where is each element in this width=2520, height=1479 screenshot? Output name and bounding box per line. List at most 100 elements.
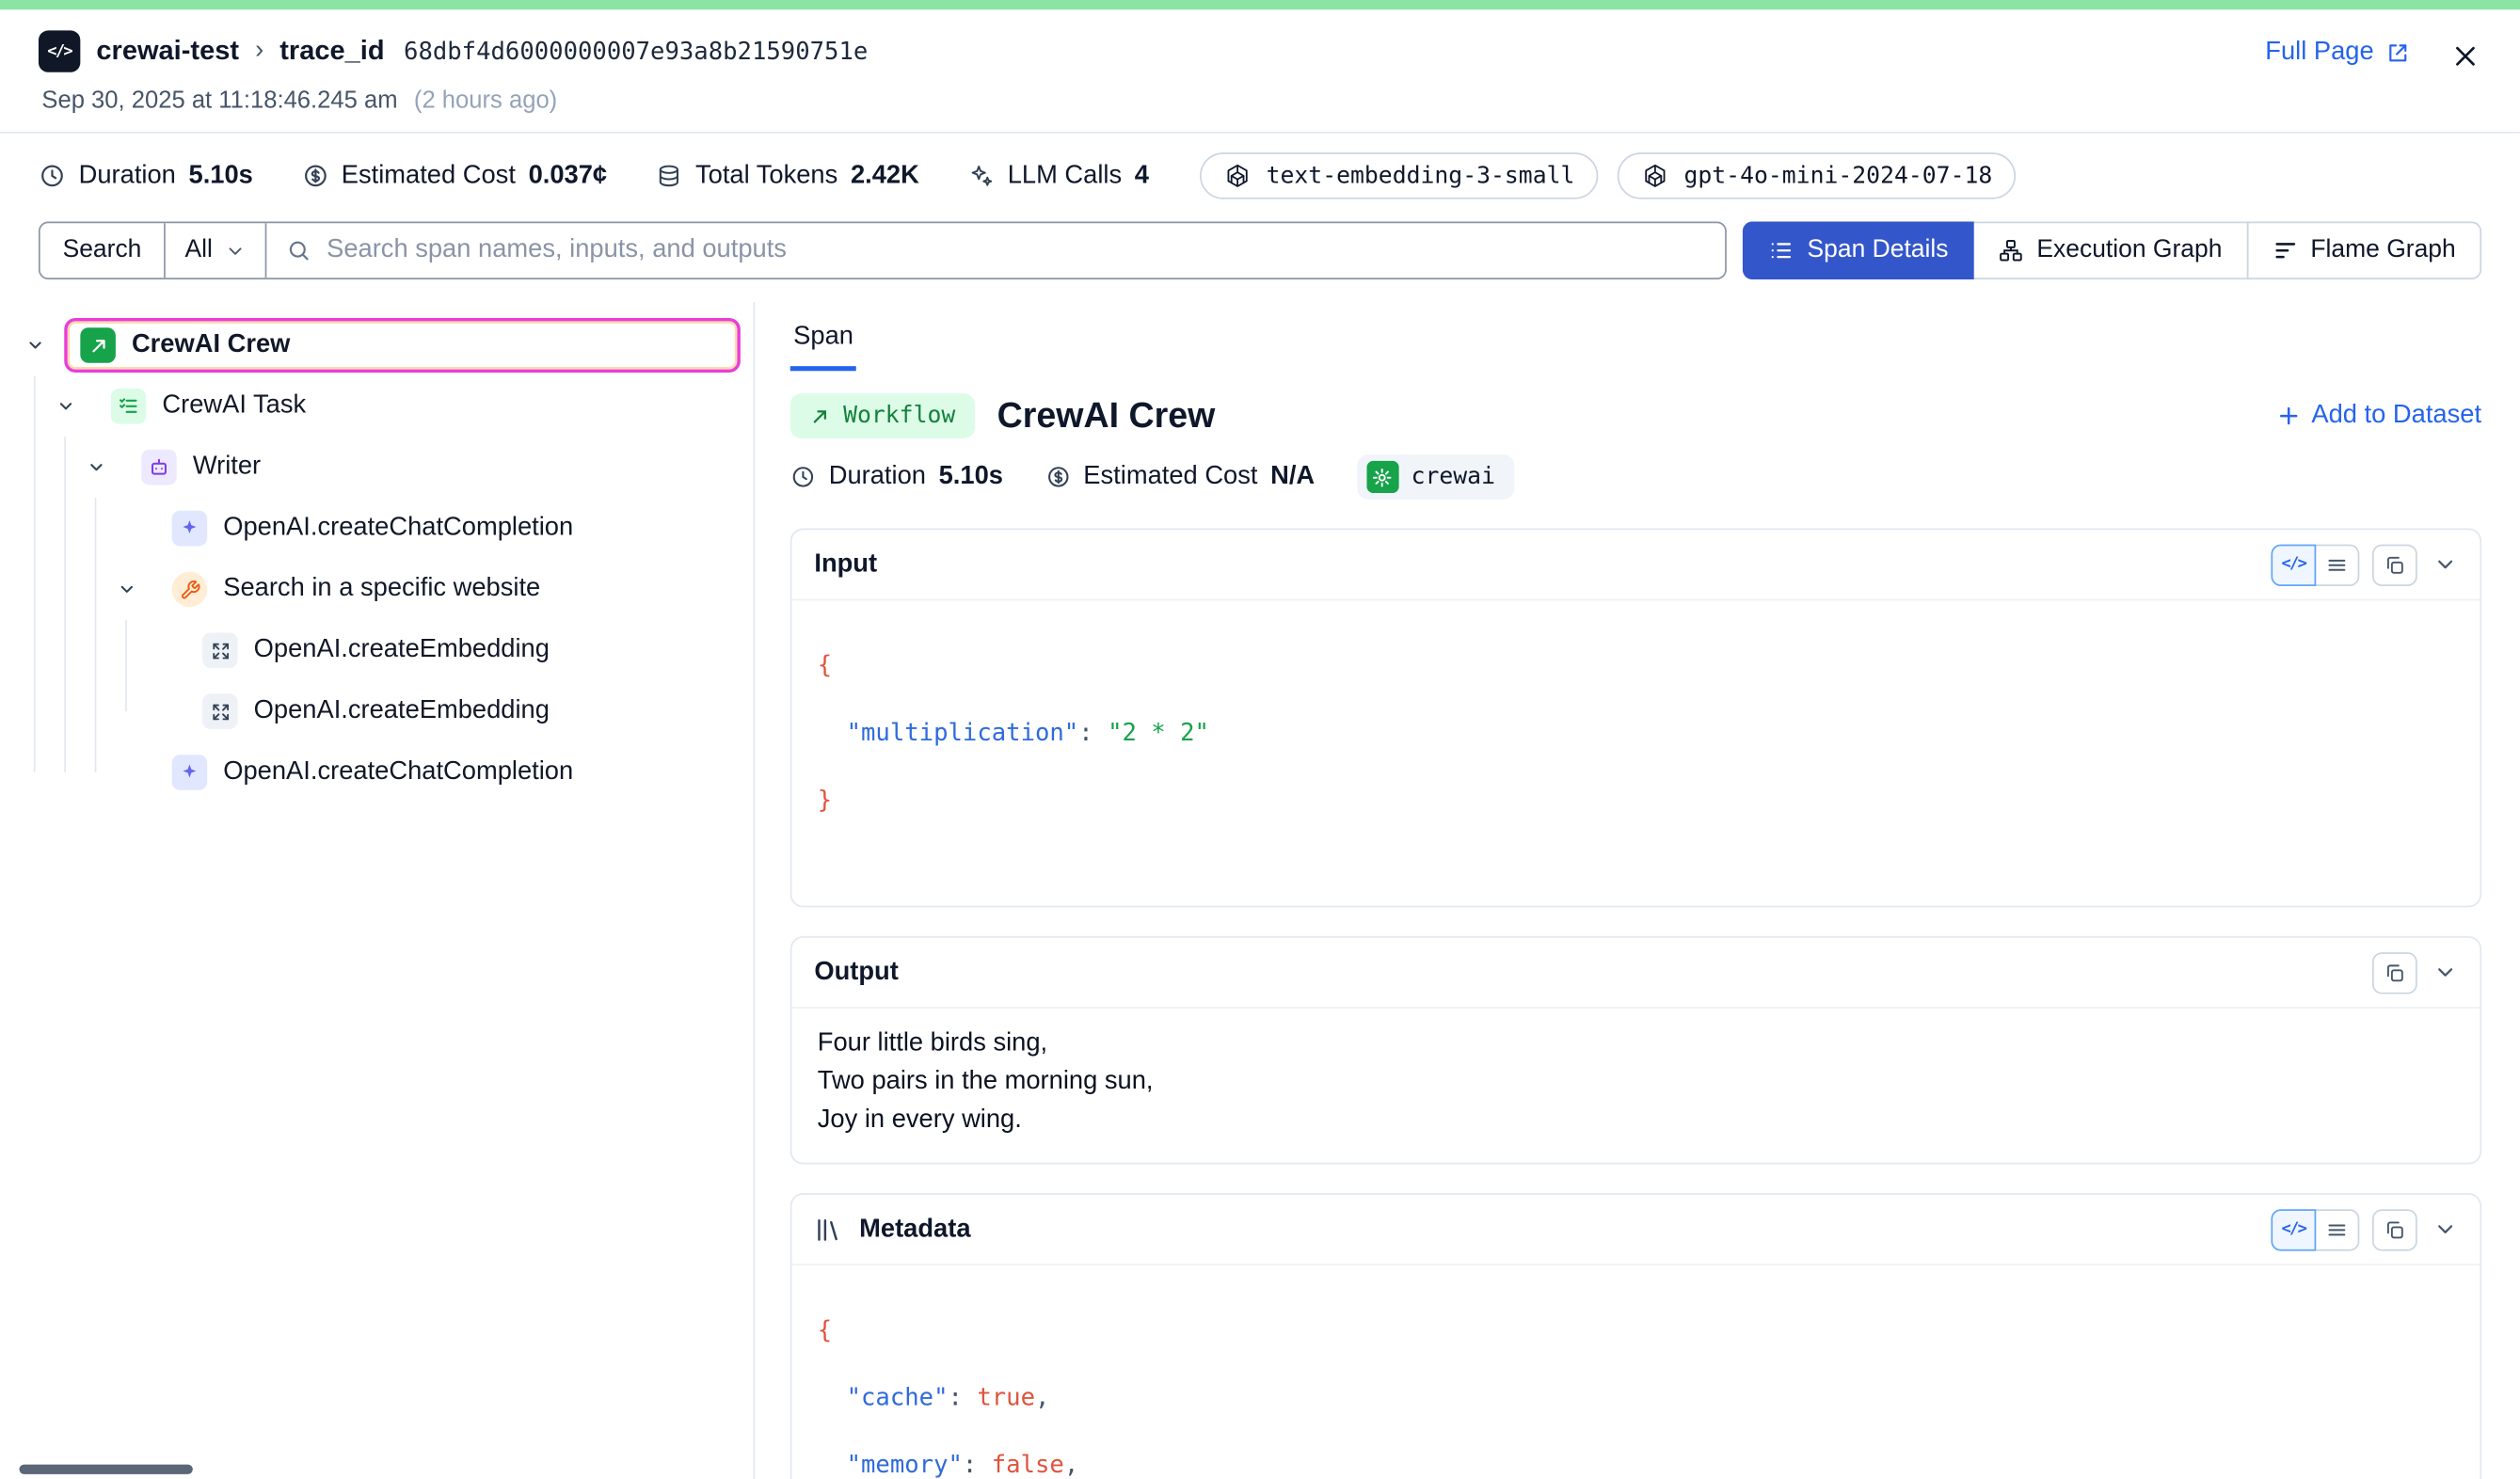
metadata-section-header: Metadata </> bbox=[791, 1195, 2480, 1265]
collapse-section-chevron-icon[interactable] bbox=[2430, 552, 2460, 577]
output-line: Four little birds sing, bbox=[818, 1025, 2454, 1063]
output-section: Output Four little birds sing, Two pairs… bbox=[790, 936, 2481, 1164]
breadcrumb-project[interactable]: crewai-test bbox=[96, 36, 239, 68]
model-pill[interactable]: gpt-4o-mini-2024-07-18 bbox=[1618, 152, 2016, 199]
screenshot-stage: </> crewai-test › trace_id 68dbf4d600000… bbox=[0, 0, 2520, 1479]
cost-icon bbox=[1045, 464, 1070, 489]
tree-node-embedding-2[interactable]: OpenAI.createEmbedding bbox=[0, 681, 753, 742]
json-line: "multiplication": "2 * 2" bbox=[818, 716, 2454, 750]
copy-icon[interactable] bbox=[2372, 544, 2417, 585]
collapse-section-chevron-icon[interactable] bbox=[2430, 1217, 2460, 1242]
stat-value: 4 bbox=[1135, 162, 1149, 191]
cost-icon bbox=[301, 162, 328, 189]
search-icon bbox=[286, 238, 311, 263]
embedding-expand-icon bbox=[202, 693, 238, 729]
collapse-section-chevron-icon[interactable] bbox=[2430, 961, 2460, 985]
view-tab-execution-graph[interactable]: Execution Graph bbox=[1972, 222, 2248, 279]
section-title: Metadata bbox=[859, 1215, 970, 1244]
span-title: CrewAI Crew bbox=[997, 395, 1216, 437]
code-token: "2 * 2" bbox=[1108, 718, 1209, 747]
search-input[interactable] bbox=[327, 236, 1706, 265]
tree-horizontal-scrollbar[interactable] bbox=[19, 1465, 192, 1474]
library-books-icon bbox=[814, 1215, 843, 1244]
trace-stats-bar: Duration 5.10s Estimated Cost 0.037¢ Tot… bbox=[0, 134, 2520, 218]
code-token: { bbox=[818, 1315, 832, 1344]
metadata-section: Metadata </> { "cache": true, "memory": … bbox=[790, 1193, 2481, 1479]
detail-stat-value: N/A bbox=[1270, 463, 1315, 492]
code-view-icon[interactable]: </> bbox=[2271, 1208, 2316, 1249]
tree-node-chat-completion-2[interactable]: OpenAI.createChatCompletion bbox=[0, 742, 753, 803]
stat-total-tokens: Total Tokens 2.42K bbox=[655, 162, 919, 191]
metadata-json: { "cache": true, "memory": false, "plann… bbox=[791, 1265, 2480, 1479]
search-scope-dropdown[interactable]: All bbox=[166, 223, 267, 278]
trace-header-left: </> crewai-test › trace_id 68dbf4d600000… bbox=[39, 30, 868, 114]
code-token: , bbox=[1035, 1383, 1049, 1412]
formatted-view-icon[interactable] bbox=[2315, 1208, 2360, 1249]
tree-node-crewai-task[interactable]: CrewAI Task bbox=[0, 375, 753, 437]
output-line: Joy in every wing. bbox=[818, 1102, 2454, 1140]
tree-node-label: OpenAI.createEmbedding bbox=[254, 636, 550, 665]
code-token bbox=[818, 1383, 847, 1412]
full-page-link[interactable]: Full Page bbox=[2265, 39, 2411, 68]
detail-stat-value: 5.10s bbox=[939, 463, 1003, 492]
crewai-env-pill[interactable]: crewai bbox=[1357, 454, 1515, 500]
code-token: : bbox=[1078, 718, 1108, 747]
formatted-view-icon[interactable] bbox=[2315, 544, 2360, 585]
full-page-label: Full Page bbox=[2265, 39, 2373, 68]
view-tab-flame-graph[interactable]: Flame Graph bbox=[2246, 222, 2481, 279]
tree-node-label: CrewAI Crew bbox=[132, 331, 290, 360]
graph-icon bbox=[1998, 238, 2023, 263]
code-view-icon[interactable]: </> bbox=[2271, 544, 2316, 585]
tree-node-label: Search in a specific website bbox=[223, 575, 540, 604]
code-token: , bbox=[1064, 1450, 1078, 1479]
json-line: "cache": true, bbox=[818, 1381, 2454, 1415]
openai-logo-icon bbox=[1642, 162, 1669, 189]
tree-node-embedding-1[interactable]: OpenAI.createEmbedding bbox=[0, 620, 753, 681]
tree-node-search-tool[interactable]: Search in a specific website bbox=[0, 559, 753, 620]
tree-node-chat-completion-1[interactable]: OpenAI.createChatCompletion bbox=[0, 498, 753, 559]
chevron-down-icon[interactable] bbox=[114, 577, 139, 602]
code-token: "memory" bbox=[847, 1450, 963, 1479]
code-token: : bbox=[963, 1450, 992, 1479]
plus-icon bbox=[2276, 403, 2302, 428]
detail-stat-label: Estimated Cost bbox=[1083, 463, 1257, 492]
copy-icon[interactable] bbox=[2372, 1208, 2417, 1249]
add-to-dataset-label: Add to Dataset bbox=[2311, 402, 2481, 431]
tree-node-crewai-crew[interactable]: CrewAI Crew bbox=[64, 318, 741, 373]
code-view-glyph: </> bbox=[2281, 556, 2305, 574]
span-tree-panel: CrewAI Crew CrewAI Task Writer OpenAI.cr… bbox=[0, 302, 755, 1479]
view-tab-label: Execution Graph bbox=[2036, 236, 2222, 265]
detail-stat-duration: Duration 5.10s bbox=[790, 463, 1003, 492]
main-split: CrewAI Crew CrewAI Task Writer OpenAI.cr… bbox=[0, 302, 2520, 1479]
tree-indent-guide bbox=[125, 620, 127, 711]
view-tab-label: Flame Graph bbox=[2310, 236, 2455, 265]
stat-value: 2.42K bbox=[851, 162, 919, 191]
generation-sparkle-icon bbox=[172, 755, 208, 790]
add-to-dataset-button[interactable]: Add to Dataset bbox=[2276, 402, 2481, 431]
copy-icon[interactable] bbox=[2372, 951, 2417, 993]
view-tab-span-details[interactable]: Span Details bbox=[1743, 222, 1974, 279]
close-icon[interactable] bbox=[2449, 39, 2481, 72]
model-pill-label: text-embedding-3-small bbox=[1267, 163, 1575, 188]
chevron-down-icon[interactable] bbox=[53, 393, 78, 419]
section-title: Output bbox=[814, 958, 898, 987]
model-pill[interactable]: text-embedding-3-small bbox=[1201, 152, 1599, 199]
tree-node-label: OpenAI.createEmbedding bbox=[254, 697, 550, 726]
chevron-down-icon[interactable] bbox=[84, 454, 109, 480]
input-section: Input </> { "multiplication": "2 * 2" } bbox=[790, 529, 2481, 908]
stat-label: Estimated Cost bbox=[342, 162, 516, 191]
trace-header-right: Full Page bbox=[2265, 30, 2481, 114]
search-scope-value: All bbox=[184, 236, 212, 265]
tree-node-label: OpenAI.createChatCompletion bbox=[223, 514, 573, 543]
tree-node-writer[interactable]: Writer bbox=[0, 437, 753, 498]
tab-span[interactable]: Span bbox=[790, 311, 857, 371]
code-token: false bbox=[992, 1450, 1064, 1479]
section-controls: </> bbox=[2271, 544, 2460, 585]
stat-duration: Duration 5.10s bbox=[39, 162, 253, 191]
format-toggle: </> bbox=[2271, 1208, 2359, 1249]
chevron-down-icon[interactable] bbox=[23, 332, 48, 358]
json-line: { bbox=[818, 1313, 2454, 1347]
agent-icon bbox=[141, 450, 177, 485]
stat-value: 0.037¢ bbox=[529, 162, 608, 191]
breadcrumb-trace-label: trace_id bbox=[279, 36, 384, 68]
